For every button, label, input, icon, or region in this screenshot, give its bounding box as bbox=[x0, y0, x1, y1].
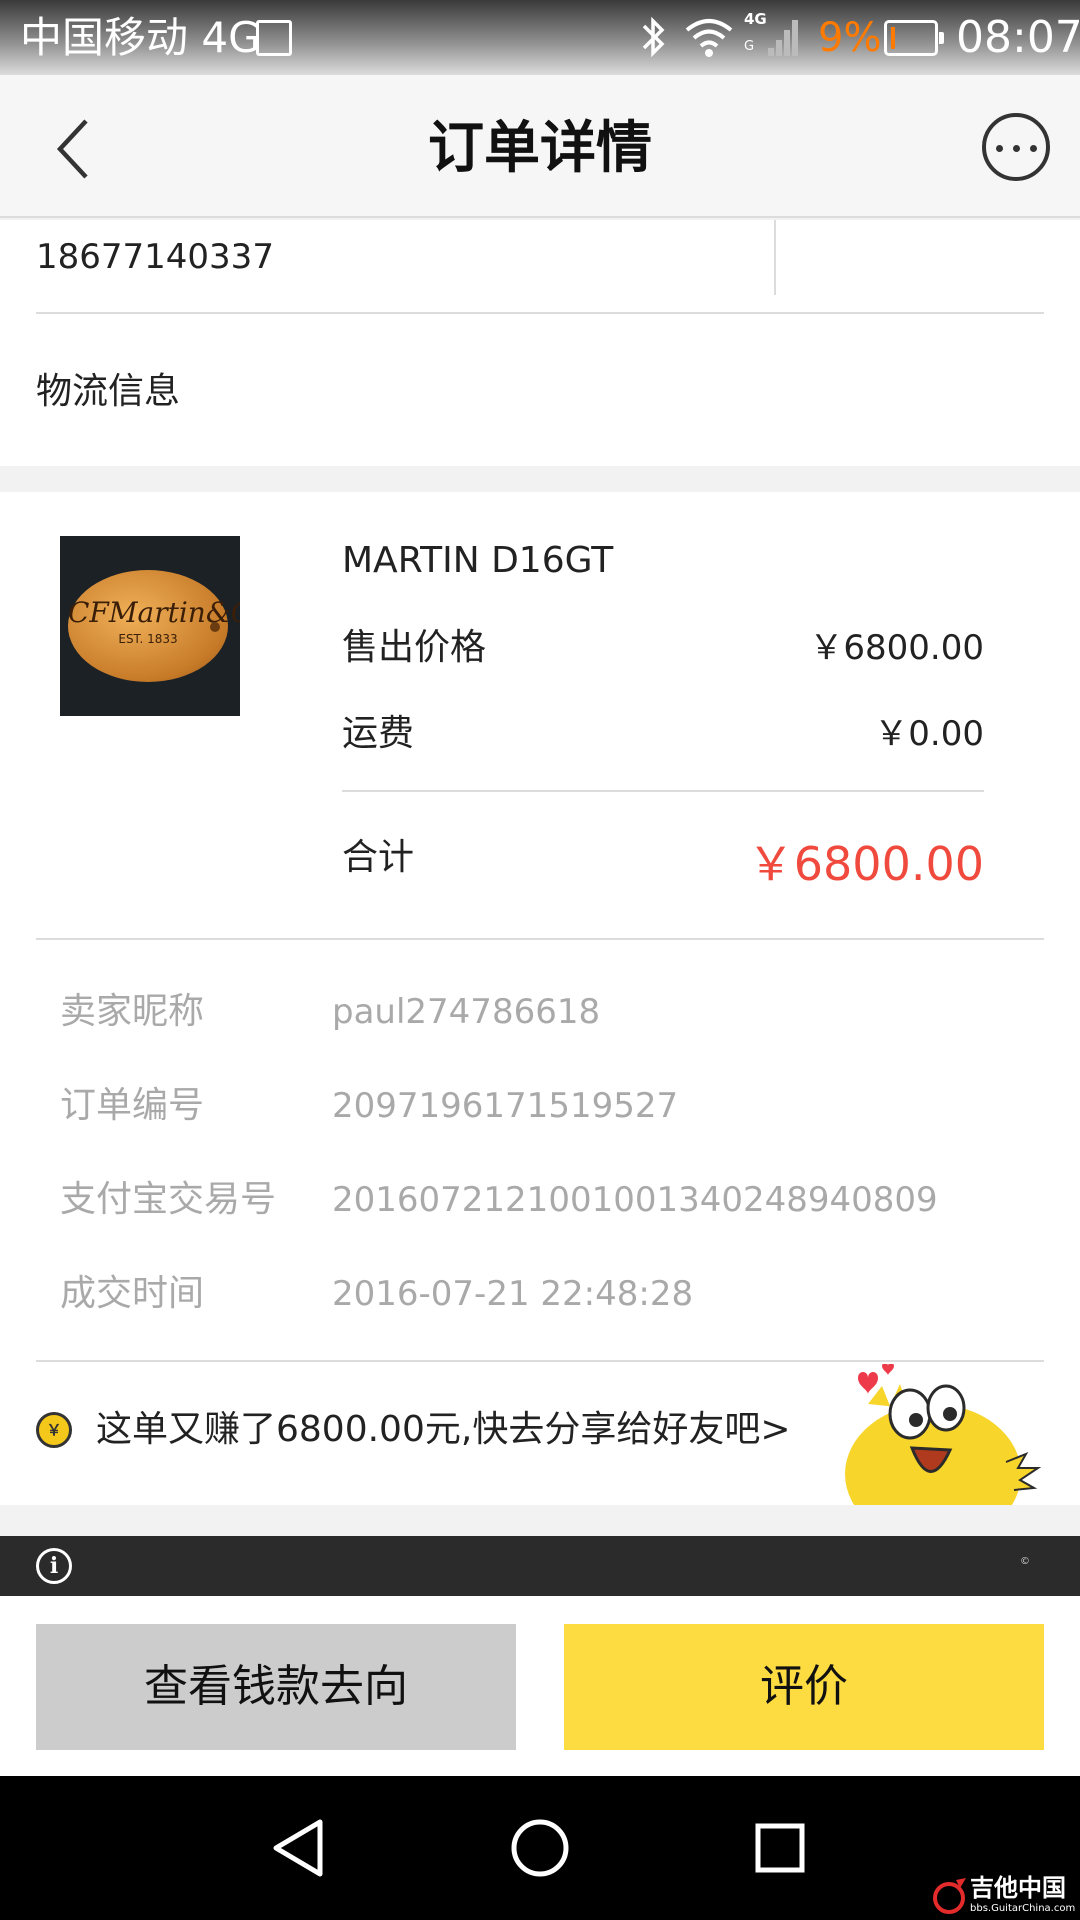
product-image[interactable]: CFMartin&Co EST. 1833 bbox=[60, 536, 240, 716]
order-number-label: 订单编号 bbox=[60, 1085, 205, 1126]
shipping-value: ￥0.00 bbox=[874, 714, 984, 754]
page-title: 订单详情 bbox=[428, 116, 652, 181]
action-bar: 查看钱款去向 评价 bbox=[0, 1596, 1080, 1776]
divider bbox=[342, 790, 984, 792]
share-earnings-link[interactable]: 这单又赚了6800.00元,快去分享给好友吧> bbox=[96, 1404, 790, 1456]
price-label: 售出价格 bbox=[342, 627, 487, 668]
tip-mark: © bbox=[1020, 1556, 1030, 1567]
price-value: ￥6800.00 bbox=[809, 628, 984, 668]
home-circle-icon[interactable] bbox=[504, 1812, 576, 1884]
status-time: 08:07 bbox=[956, 12, 1080, 63]
seller-nickname-value: paul274786618 bbox=[332, 992, 601, 1032]
alipay-trade-value: 2016072121001001340248940809 bbox=[332, 1180, 938, 1220]
tip-bar: i © bbox=[0, 1536, 1080, 1596]
review-button[interactable]: 评价 bbox=[564, 1624, 1044, 1750]
system-nav-bar: 吉他中国 bbs.GuitarChina.com bbox=[0, 1776, 1080, 1920]
shipping-label: 运费 bbox=[342, 713, 415, 754]
logo-est-text: EST. 1833 bbox=[118, 632, 178, 646]
carrier-label: 中国移动 4G bbox=[20, 13, 261, 62]
deal-time-label: 成交时间 bbox=[60, 1273, 205, 1314]
logo-brand-text: CFMartin&Co bbox=[68, 596, 240, 629]
wifi-icon bbox=[685, 19, 733, 57]
recents-square-icon[interactable] bbox=[744, 1812, 816, 1884]
watermark-title: 吉他中国 bbox=[970, 1874, 1066, 1902]
divider bbox=[36, 312, 1044, 314]
contact-section: 18677140337 物流信息 bbox=[0, 220, 1080, 466]
coin-icon: ￥ bbox=[36, 1412, 72, 1448]
guitarchina-watermark: 吉他中国 bbs.GuitarChina.com bbox=[928, 1874, 1078, 1918]
phone-number: 18677140337 bbox=[36, 237, 274, 277]
alipay-trade-label: 支付宝交易号 bbox=[60, 1179, 277, 1220]
divider bbox=[36, 1360, 1044, 1362]
battery-icon bbox=[884, 20, 944, 56]
view-funds-button[interactable]: 查看钱款去向 bbox=[36, 1624, 516, 1750]
more-icon[interactable] bbox=[982, 113, 1050, 181]
bluetooth-icon bbox=[642, 16, 665, 58]
guitar-logo-icon bbox=[933, 1878, 966, 1914]
deal-time-value: 2016-07-21 22:48:28 bbox=[332, 1274, 694, 1314]
logistics-info[interactable]: 物流信息 bbox=[36, 366, 180, 418]
martin-logo-plate: CFMartin&Co EST. 1833 bbox=[68, 570, 240, 682]
seller-nickname-label: 卖家昵称 bbox=[60, 991, 205, 1032]
battery-percent: 9% bbox=[818, 15, 882, 61]
order-number-value: 2097196171519527 bbox=[332, 1086, 679, 1126]
divider bbox=[774, 220, 776, 295]
info-icon[interactable]: i bbox=[36, 1548, 72, 1584]
mascot-fish-icon[interactable] bbox=[838, 1364, 1048, 1505]
order-section: CFMartin&Co EST. 1833 MARTIN D16GT 售出价格 … bbox=[0, 492, 1080, 1505]
back-triangle-icon[interactable] bbox=[264, 1812, 336, 1884]
total-label: 合计 bbox=[342, 837, 415, 878]
sim-icon bbox=[256, 20, 292, 56]
svg-text:G: G bbox=[744, 39, 754, 54]
svg-text:4G: 4G bbox=[744, 10, 767, 28]
signal-4g-icon: 4G G bbox=[744, 10, 798, 56]
divider bbox=[36, 938, 1044, 940]
watermark-url: bbs.GuitarChina.com bbox=[970, 1903, 1076, 1914]
total-value: ￥6800.00 bbox=[747, 837, 984, 891]
status-bar: 中国移动 4G 4G G 9% 08:07 bbox=[0, 0, 1080, 75]
product-name: MARTIN D16GT bbox=[342, 540, 614, 581]
nav-bar: 订单详情 bbox=[0, 75, 1080, 218]
